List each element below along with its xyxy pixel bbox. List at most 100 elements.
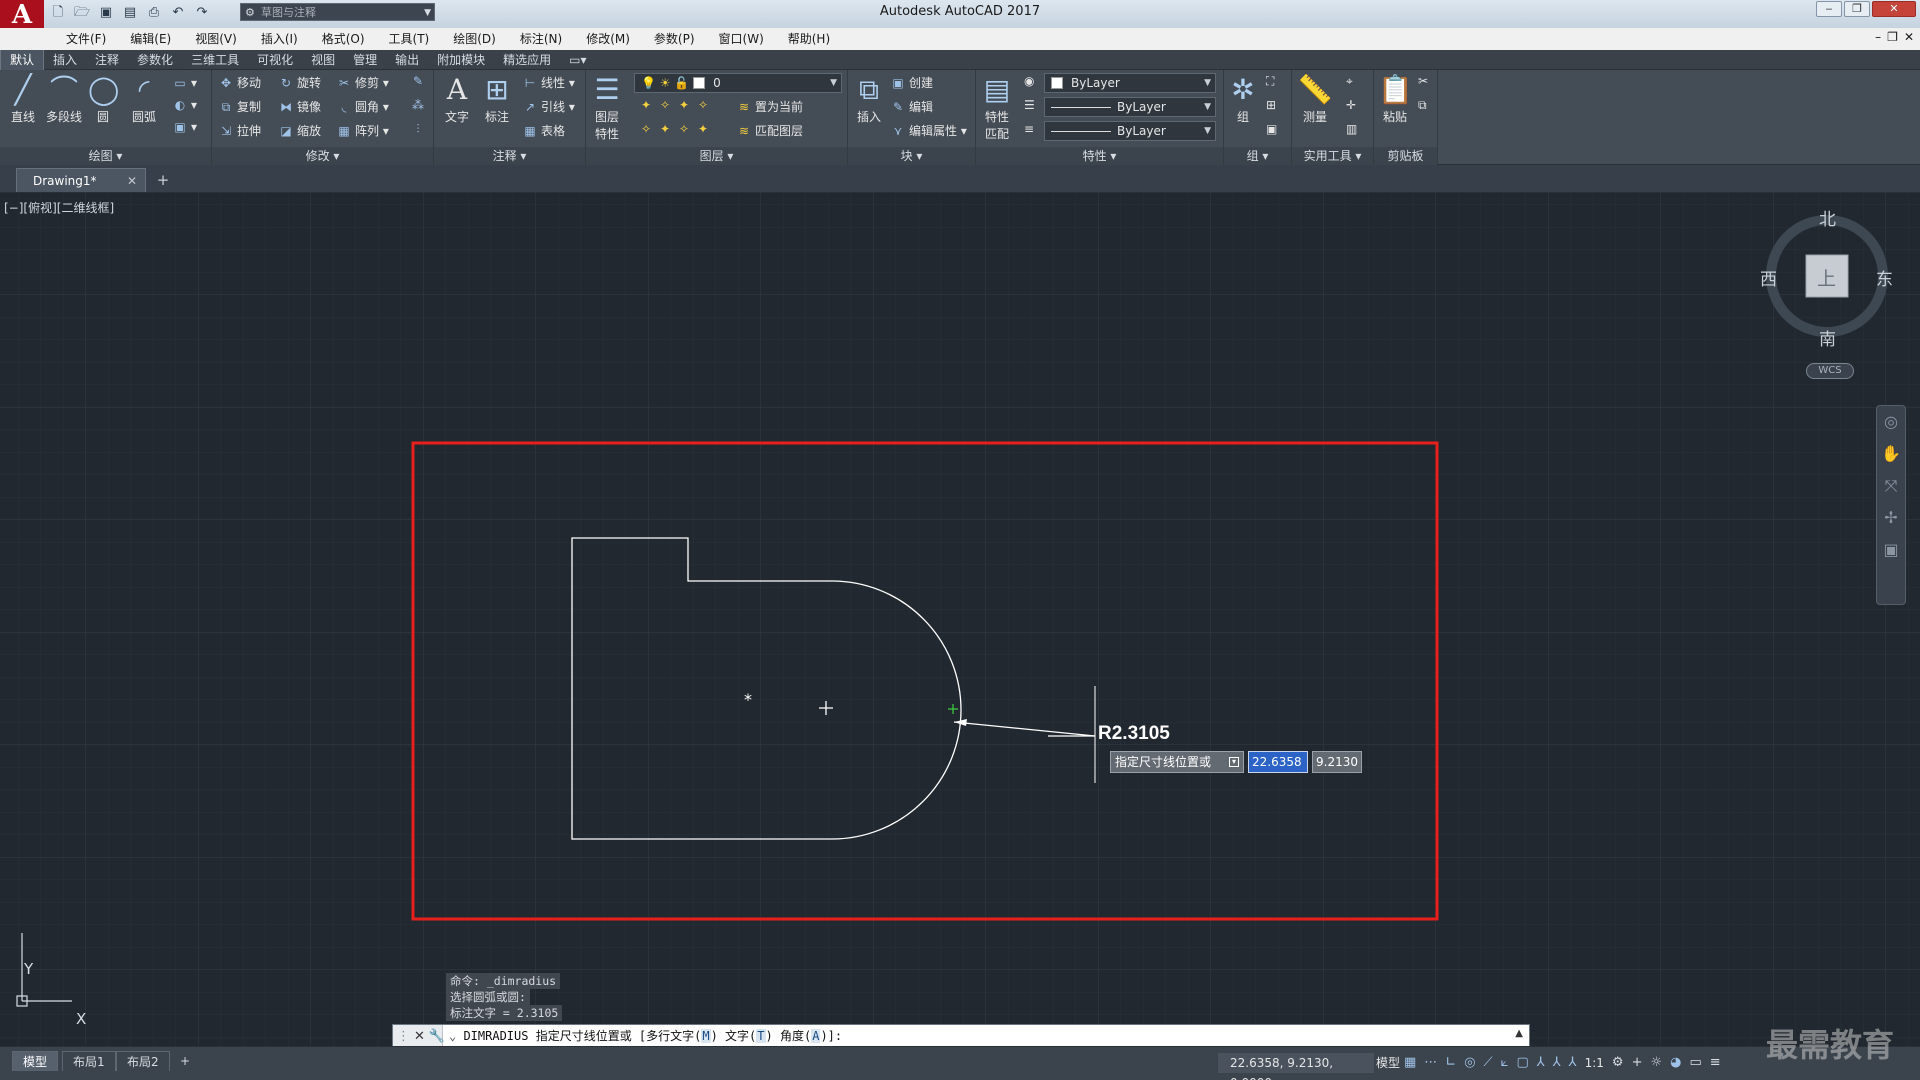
trim-button[interactable]: ✂ 修剪 ▾ xyxy=(336,74,389,91)
viewport-controls-label[interactable]: [−][俯视][二维线框] xyxy=(4,199,114,216)
add-layout-button[interactable]: + xyxy=(170,1051,200,1071)
tab-insert[interactable]: 插入 xyxy=(44,50,86,70)
set-current-button[interactable]: ≋ 置为当前 xyxy=(736,98,803,115)
tab-manage[interactable]: 管理 xyxy=(344,50,386,70)
edit-attributes-button[interactable]: ⋎ 编辑属性 ▾ xyxy=(890,122,967,139)
array-button[interactable]: ▦ 阵列 ▾ xyxy=(336,122,389,139)
menu-draw[interactable]: 绘图(D) xyxy=(441,28,508,50)
annotation-scale-icon[interactable]: ⅄ xyxy=(1569,1053,1577,1073)
fillet-button[interactable]: ◟ 圆角 ▾ xyxy=(336,98,389,115)
menu-file[interactable]: 文件(F) xyxy=(54,28,118,50)
match-layer-button[interactable]: ≋ 匹配图层 xyxy=(736,122,803,139)
drawing-canvas[interactable]: * [−][俯视][二维线框] 北 南 东 西 上 WCS ◎ ✋ ⤧ ✢ ▣ … xyxy=(0,193,1920,1045)
command-recent-icon[interactable]: ⌄ xyxy=(449,1029,463,1043)
create-block-button[interactable]: ▣ 创建 xyxy=(890,74,933,91)
dynamic-input-x-field[interactable]: 22.6358 xyxy=(1248,751,1308,773)
tab-addins[interactable]: 附加模块 xyxy=(428,50,494,70)
panel-block-title[interactable]: 块 ▾ xyxy=(848,147,975,165)
close-icon[interactable]: ✕ xyxy=(127,169,137,193)
menu-modify[interactable]: 修改(M) xyxy=(574,28,642,50)
insert-block-button[interactable]: ⧉ 插入 xyxy=(852,72,886,125)
grid-icon[interactable]: ▦ xyxy=(1404,1053,1416,1073)
panel-clipboard-title[interactable]: 剪贴板 xyxy=(1374,147,1437,165)
plus-icon[interactable]: + xyxy=(1632,1053,1643,1073)
panel-modify-title[interactable]: 修改 ▾ xyxy=(212,147,433,165)
ungroup-icon[interactable]: ⛶ xyxy=(1266,74,1274,89)
arc-button[interactable]: ◜ 圆弧 xyxy=(126,72,162,125)
tab-model[interactable]: 模型 xyxy=(12,1051,59,1071)
object-snap-tracking-icon[interactable]: ⟀ xyxy=(1501,1053,1509,1073)
command-prompt-text[interactable]: ⌄ DIMRADIUS 指定尺寸线位置或 [多行文字(M) 文字(T) 角度(A… xyxy=(449,1025,842,1047)
tab-drawing1[interactable]: Drawing1* ✕ xyxy=(16,168,146,192)
layer-dropdown[interactable]: 💡 ☀ 🔓 0 ▼ xyxy=(634,73,842,93)
keyword-m[interactable]: M xyxy=(701,1029,711,1043)
hatch-button[interactable]: ◐ ▾ xyxy=(172,98,197,112)
layer-tools-row1[interactable]: ✦ ✧ ✦ ✧ xyxy=(638,98,714,112)
table-button[interactable]: ▦ 表格 xyxy=(522,122,565,139)
steering-wheel-icon[interactable]: ◎ xyxy=(1877,406,1905,438)
tab-view[interactable]: 视图 xyxy=(302,50,344,70)
panel-properties-title[interactable]: 特性 ▾ xyxy=(976,147,1223,165)
auto-scale-icon[interactable]: ⅄ xyxy=(1553,1053,1561,1073)
tab-layout2[interactable]: 布局2 xyxy=(116,1051,170,1071)
orbit-icon[interactable]: ✢ xyxy=(1877,502,1905,534)
polyline-button[interactable]: ⌒ 多段线 xyxy=(42,72,86,125)
text-button[interactable]: A 文字 xyxy=(440,72,474,125)
isodraft-icon[interactable]: ⟋ xyxy=(1484,1053,1493,1073)
drawing-area[interactable]: * xyxy=(0,193,1920,1045)
clean-screen-icon[interactable]: ▭ xyxy=(1689,1053,1701,1073)
viewcube-east[interactable]: 东 xyxy=(1876,265,1893,290)
menu-tools[interactable]: 工具(T) xyxy=(377,28,442,50)
wrench-icon[interactable]: 🔧 xyxy=(429,1029,445,1044)
tab-3d-tools[interactable]: 三维工具 xyxy=(182,50,248,70)
new-tab-button[interactable]: + xyxy=(152,171,174,189)
menu-view[interactable]: 视图(V) xyxy=(183,28,249,50)
tab-visualize[interactable]: 可视化 xyxy=(248,50,302,70)
menu-insert[interactable]: 插入(I) xyxy=(249,28,310,50)
edit-block-button[interactable]: ✎ 编辑 xyxy=(890,98,933,115)
copy-clip-icon[interactable]: ⧉ xyxy=(1418,98,1427,113)
panel-layers-title[interactable]: 图层 ▾ xyxy=(586,147,847,165)
options-arrow-icon[interactable]: ▾ xyxy=(1229,757,1239,767)
viewcube-west[interactable]: 西 xyxy=(1760,265,1777,290)
showmotion-icon[interactable]: ▣ xyxy=(1877,534,1905,566)
doc-minimize-icon[interactable]: – xyxy=(1875,30,1881,44)
stretch-button[interactable]: ⇲ 拉伸 xyxy=(218,122,261,139)
snap-icon[interactable]: ⋯ xyxy=(1424,1053,1437,1073)
menu-help[interactable]: 帮助(H) xyxy=(776,28,842,50)
offset-button[interactable]: ⫶ xyxy=(410,122,429,137)
panel-groups-title[interactable]: 组 ▾ xyxy=(1224,147,1291,165)
expand-history-icon[interactable]: ▲ xyxy=(1515,1028,1523,1039)
paste-button[interactable]: 📋 粘贴 xyxy=(1378,72,1413,125)
circle-button[interactable]: ◯ 圆 xyxy=(88,72,119,125)
wcs-menu[interactable]: WCS xyxy=(1806,363,1854,379)
viewcube-north[interactable]: 北 xyxy=(1819,205,1836,230)
restore-button[interactable]: ❐ xyxy=(1844,1,1870,17)
model-space-toggle[interactable]: 模型 xyxy=(1376,1053,1400,1073)
annotation-visibility-icon[interactable]: ⅄ xyxy=(1537,1053,1545,1073)
grip-handle-icon[interactable]: ⋮ xyxy=(397,1029,410,1044)
linear-button[interactable]: ⊢ 线性 ▾ xyxy=(522,74,575,91)
boundary-button[interactable]: ▣ ▾ xyxy=(172,120,197,134)
viewcube-south[interactable]: 南 xyxy=(1819,325,1836,350)
explode-button[interactable]: ⁂ xyxy=(410,98,429,112)
ribbon-options-icon[interactable]: ▭▾ xyxy=(560,50,595,70)
leader-button[interactable]: ↗ 引线 ▾ xyxy=(522,98,575,115)
ortho-icon[interactable]: ∟ xyxy=(1445,1053,1456,1073)
layer-properties-button[interactable]: ☰ 图层 特性 xyxy=(590,72,624,142)
id-point-icon[interactable]: ⌖ xyxy=(1346,74,1353,89)
annotation-scale-value[interactable]: 1:1 xyxy=(1585,1053,1604,1073)
viewcube-top-face[interactable]: 上 xyxy=(1817,264,1836,291)
dynamic-input-y-field[interactable]: 9.2130 xyxy=(1312,751,1362,773)
polar-icon[interactable]: ◎ xyxy=(1464,1053,1475,1073)
object-snap-icon[interactable]: ▢ xyxy=(1516,1053,1528,1073)
group-select-icon[interactable]: ▣ xyxy=(1266,122,1277,136)
pan-hand-icon[interactable]: ✋ xyxy=(1877,438,1905,470)
tab-annotate[interactable]: 注释 xyxy=(86,50,128,70)
measure-button[interactable]: 📏 测量 xyxy=(1296,72,1334,125)
color-dropdown[interactable]: ByLayer ▼ xyxy=(1044,73,1216,93)
menu-format[interactable]: 格式(O) xyxy=(310,28,377,50)
group-button[interactable]: ✲ 组 xyxy=(1228,72,1258,125)
lineweight-dropdown[interactable]: ByLayer ▼ xyxy=(1044,121,1216,141)
point-icon[interactable]: ✛ xyxy=(1346,98,1356,112)
